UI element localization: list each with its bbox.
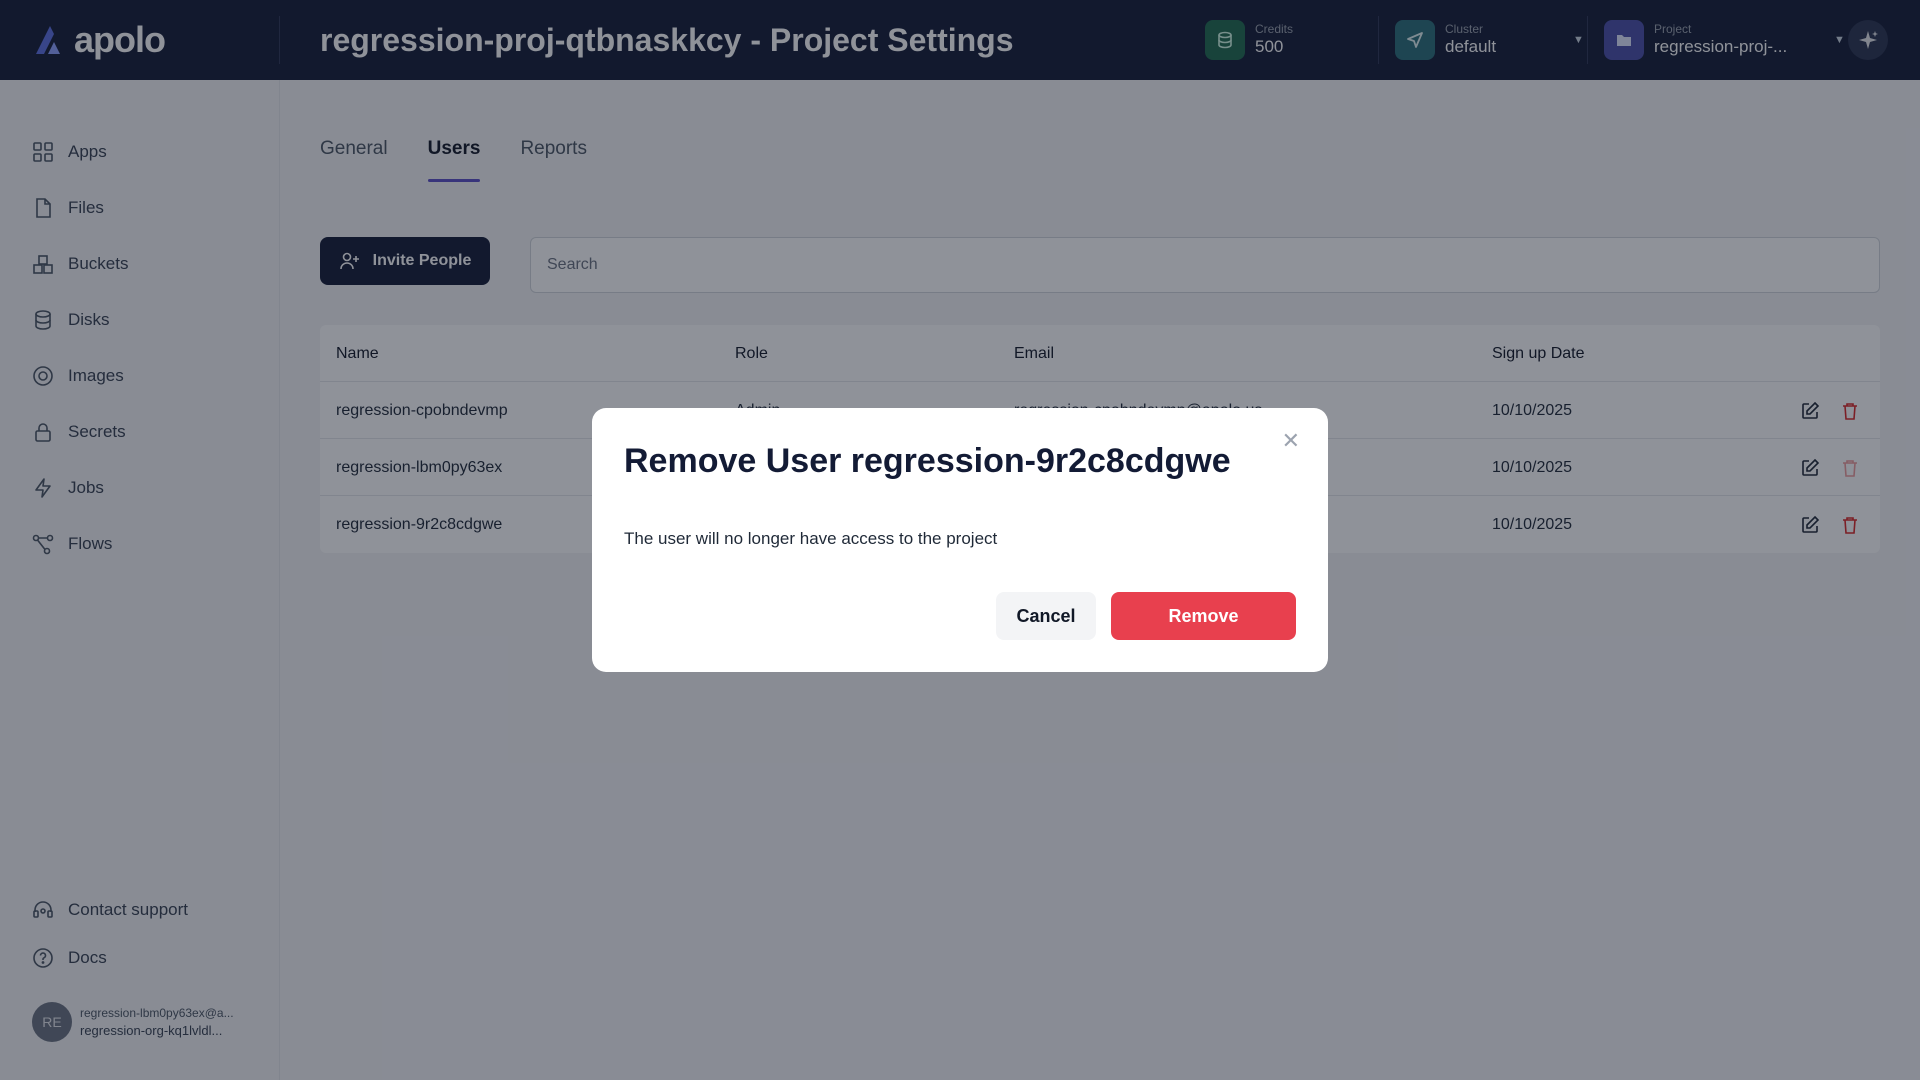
- remove-button[interactable]: Remove: [1111, 592, 1296, 640]
- cancel-button[interactable]: Cancel: [996, 592, 1096, 640]
- remove-user-dialog: ✕ Remove User regression-9r2c8cdgwe The …: [592, 408, 1328, 672]
- close-icon[interactable]: ✕: [1282, 430, 1300, 452]
- dialog-message: The user will no longer have access to t…: [624, 529, 998, 548]
- dialog-title: Remove User regression-9r2c8cdgwe: [624, 442, 1231, 480]
